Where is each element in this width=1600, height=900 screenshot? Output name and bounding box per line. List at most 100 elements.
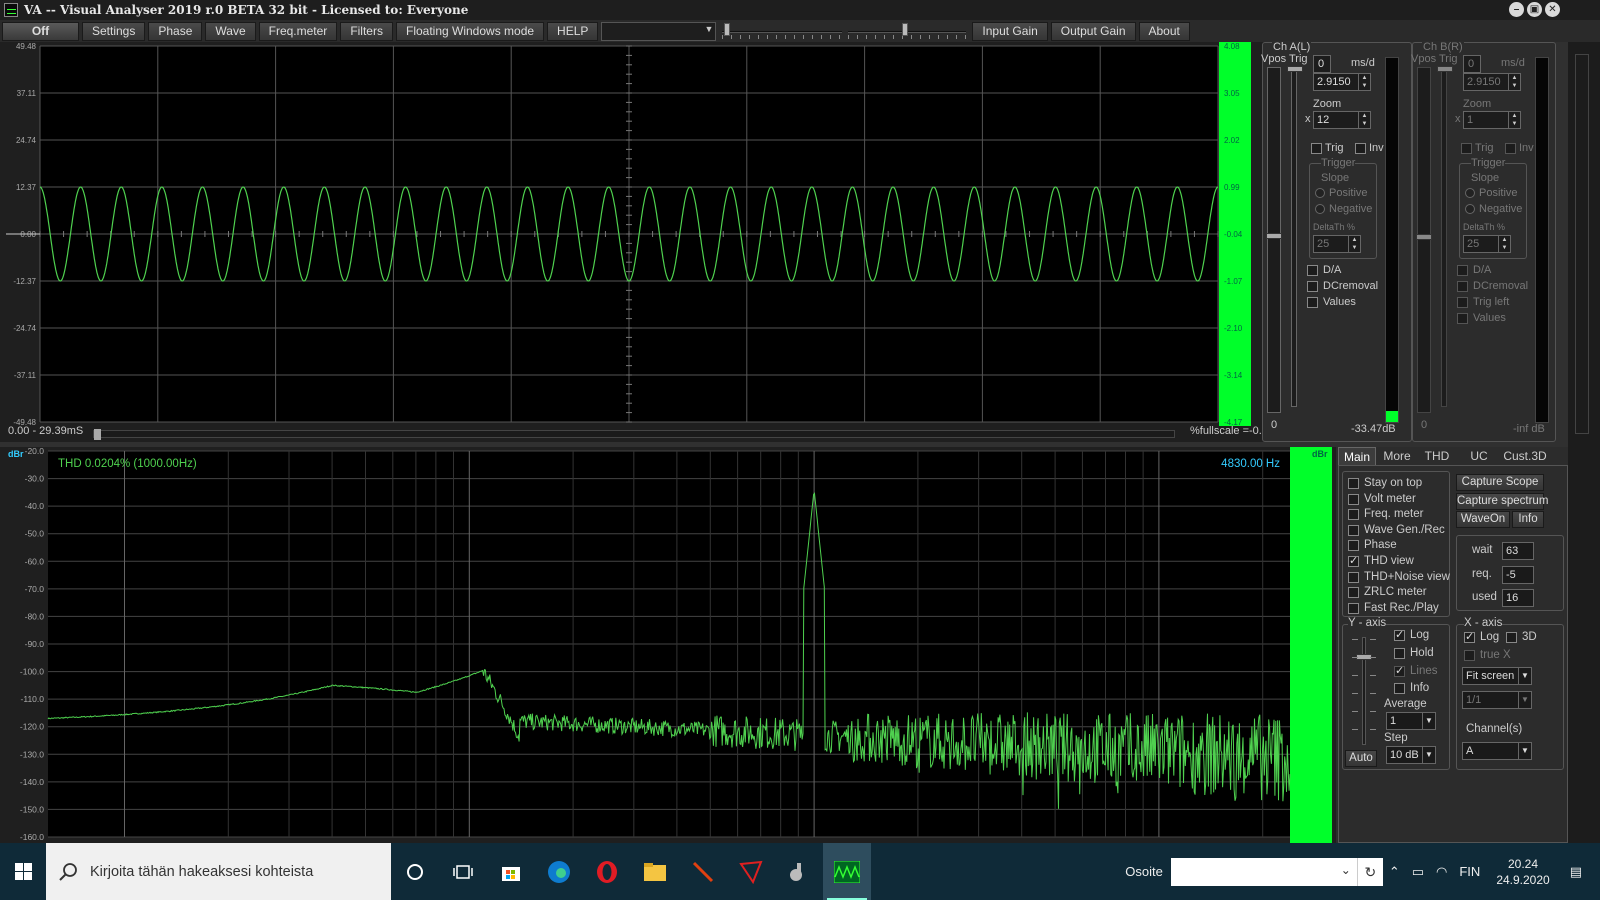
battery-icon[interactable]: ▭ <box>1412 864 1424 880</box>
task-view-icon[interactable] <box>439 843 487 900</box>
inv-checkbox[interactable] <box>1505 143 1516 154</box>
spin-arrows-icon[interactable]: ▲ ▼ <box>1358 74 1370 90</box>
help-button[interactable]: HELP <box>547 21 599 41</box>
phase-button[interactable]: Phase <box>148 21 203 41</box>
x-3d-checkbox[interactable] <box>1506 632 1517 643</box>
address-input[interactable]: ⌄ <box>1170 857 1357 886</box>
tab-thd[interactable]: THD <box>1418 447 1456 465</box>
view-checkbox[interactable] <box>1348 602 1359 614</box>
notification-icon[interactable]: ▤ <box>1570 864 1582 880</box>
scrollbar-track[interactable] <box>1575 54 1589 434</box>
capture-scope-button[interactable]: Capture Scope <box>1456 474 1544 491</box>
capture-spectrum-button[interactable]: Capture spectrum <box>1456 493 1548 510</box>
spin-arrows-icon[interactable]: ▲ ▼ <box>1348 236 1360 252</box>
info-button[interactable]: Info <box>1512 511 1544 528</box>
slider-knob[interactable] <box>1437 66 1453 72</box>
tab-cust3d[interactable]: Cust.3D <box>1500 447 1550 465</box>
dcremoval-checkbox[interactable] <box>1457 281 1468 292</box>
slider-knob[interactable] <box>1416 234 1432 240</box>
opera-browser-icon[interactable] <box>583 843 631 900</box>
y-log-checkbox[interactable] <box>1394 628 1405 641</box>
slider-knob[interactable] <box>902 22 909 36</box>
view-checkbox[interactable] <box>1348 524 1359 536</box>
window-vertical-scrollbar[interactable] <box>1568 42 1600 843</box>
taskbar-search-box[interactable]: Kirjoita tähän hakeaksesi kohteista <box>46 843 391 900</box>
input-gain-slider[interactable] <box>722 22 843 41</box>
slider-knob[interactable] <box>1287 66 1303 72</box>
y-info-checkbox[interactable] <box>1394 683 1405 694</box>
deltath-spinner[interactable]: 25 ▲ ▼ <box>1313 235 1361 253</box>
y-hold-checkbox[interactable] <box>1394 648 1405 659</box>
visual-analyser-taskbar-icon[interactable] <box>823 843 871 900</box>
wifi-icon[interactable]: ◠ <box>1436 864 1447 880</box>
view-checkbox[interactable] <box>1348 509 1359 521</box>
restore-icon[interactable]: ▣ <box>1527 2 1542 17</box>
view-checkbox[interactable] <box>1348 587 1359 599</box>
refresh-icon[interactable]: ↻ <box>1356 857 1383 886</box>
app-red-icon[interactable] <box>727 843 775 900</box>
soldering-tool-icon[interactable] <box>679 843 727 900</box>
output-gain-slider[interactable] <box>848 22 967 41</box>
slider-knob[interactable] <box>1266 233 1282 239</box>
scope-time-scrollbar[interactable] <box>93 429 1175 440</box>
auto-button[interactable]: Auto <box>1345 750 1377 767</box>
file-explorer-icon[interactable] <box>631 843 679 900</box>
msd-spinner[interactable]: 2.9150 ▲ ▼ <box>1463 73 1521 91</box>
close-icon[interactable]: ✕ <box>1545 2 1560 17</box>
view-checkbox[interactable] <box>1348 493 1359 505</box>
tab-main[interactable]: Main <box>1338 447 1376 465</box>
view-checkbox[interactable] <box>1348 554 1359 567</box>
vpos-slider[interactable] <box>1416 67 1432 413</box>
positive-radio[interactable] <box>1465 188 1475 198</box>
filters-button[interactable]: Filters <box>340 21 393 41</box>
oscilloscope-plot[interactable]: 49.4837.1124.7412.370.00-12.37-24.74-37.… <box>0 42 1270 442</box>
floating-windows-button[interactable]: Floating Windows mode <box>395 21 545 41</box>
about-button[interactable]: About <box>1138 21 1190 41</box>
trig-checkbox[interactable] <box>1461 143 1472 154</box>
y-lines-checkbox[interactable] <box>1394 664 1405 677</box>
vpos-slider[interactable] <box>1266 67 1282 413</box>
view-checkbox[interactable] <box>1348 540 1359 552</box>
ratio-select[interactable]: 1/1 ▼ <box>1462 691 1532 709</box>
output-gain-button[interactable]: Output Gain <box>1050 21 1136 41</box>
zoom-spinner[interactable]: 12 ▲ ▼ <box>1313 111 1371 129</box>
y-axis-slider[interactable] <box>1356 637 1372 745</box>
spin-arrows-icon[interactable]: ▲ ▼ <box>1508 74 1520 90</box>
waveon-button[interactable]: WaveOn <box>1456 511 1510 528</box>
input-gain-button[interactable]: Input Gain <box>972 21 1048 41</box>
preset-select[interactable]: ▼ <box>601 21 717 41</box>
spin-arrows-icon[interactable]: ▲ ▼ <box>1358 112 1370 128</box>
start-button[interactable] <box>0 843 46 900</box>
edge-browser-icon[interactable] <box>535 843 583 900</box>
step-select[interactable]: 10 dB ▼ <box>1386 746 1436 764</box>
negative-radio[interactable] <box>1465 204 1475 214</box>
x-truex-checkbox[interactable] <box>1464 650 1475 661</box>
channel-select[interactable]: A ▼ <box>1462 742 1532 760</box>
language-indicator[interactable]: FIN <box>1459 864 1480 879</box>
app-grey-icon[interactable] <box>775 843 823 900</box>
trig-slider[interactable] <box>1287 66 1303 407</box>
inv-checkbox[interactable] <box>1355 143 1366 154</box>
msd-spinner[interactable]: 2.9150 ▲ ▼ <box>1313 73 1371 91</box>
deltath-spinner[interactable]: 25 ▲ ▼ <box>1463 235 1511 253</box>
trig-slider[interactable] <box>1437 66 1453 407</box>
cortana-icon[interactable] <box>391 843 439 900</box>
off-button[interactable]: Off <box>2 21 79 41</box>
trig-left-checkbox[interactable] <box>1457 297 1468 308</box>
scrollbar-thumb[interactable] <box>94 429 101 440</box>
values-checkbox[interactable] <box>1307 297 1318 308</box>
positive-radio[interactable] <box>1315 188 1325 198</box>
zoom-spinner[interactable]: 1 ▲ ▼ <box>1463 111 1521 129</box>
da-checkbox[interactable] <box>1307 265 1318 276</box>
view-checkbox[interactable] <box>1348 571 1359 583</box>
store-icon[interactable] <box>487 843 535 900</box>
settings-button[interactable]: Settings <box>82 21 146 41</box>
wave-button[interactable]: Wave <box>205 21 256 41</box>
da-checkbox[interactable] <box>1457 265 1468 276</box>
channel-b-spin[interactable]: 0 <box>1463 55 1481 73</box>
values-checkbox[interactable] <box>1457 313 1468 324</box>
view-checkbox[interactable] <box>1348 478 1359 489</box>
minimize-icon[interactable]: – <box>1509 2 1524 17</box>
trig-checkbox[interactable] <box>1311 143 1322 154</box>
dcremoval-checkbox[interactable] <box>1307 281 1318 292</box>
